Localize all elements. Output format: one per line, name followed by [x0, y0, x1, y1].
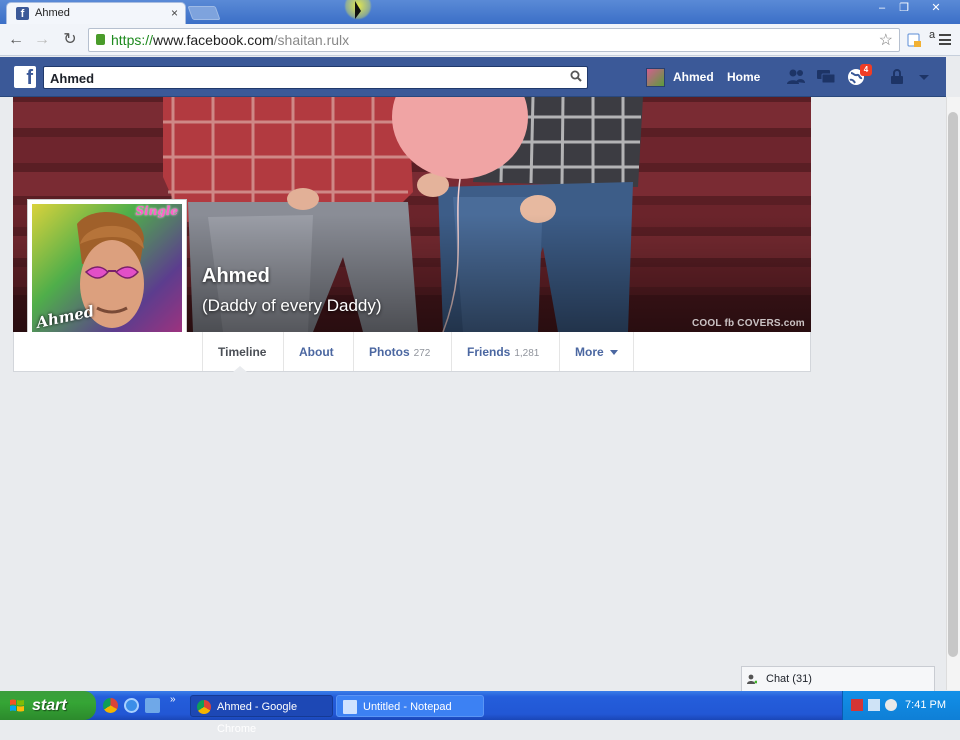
profile-link-label: Ahmed — [673, 70, 714, 84]
tab-about[interactable]: About — [283, 332, 349, 371]
search-icon[interactable] — [570, 70, 582, 82]
mouse-cursor-icon — [355, 1, 361, 19]
search-box[interactable] — [43, 66, 588, 89]
taskbar-item-notepad[interactable]: Untitled - Notepad — [336, 695, 484, 717]
chat-label: Chat (31) — [766, 673, 812, 685]
facebook-header: f Ahmed Home 4 — [0, 57, 946, 97]
address-bar[interactable]: https://www.facebook.com/shaitan.rulx ☆ — [88, 28, 900, 52]
chevron-down-icon — [609, 350, 618, 356]
back-arrow-icon[interactable]: ← — [5, 29, 27, 51]
extension-icon[interactable] — [906, 32, 922, 48]
forward-arrow-icon[interactable]: → — [31, 29, 53, 51]
taskbar-item-chrome[interactable]: Ahmed - Google Chrome — [190, 695, 333, 735]
browser-window: f Ahmed × – ❐ ✕ ← → ↻ https://www.facebo… — [0, 0, 960, 735]
account-dropdown-icon[interactable] — [914, 68, 934, 86]
photos-count: 272 — [413, 348, 431, 359]
notification-badge: 4 — [860, 64, 872, 76]
volume-icon[interactable] — [885, 699, 897, 711]
chat-person-icon — [747, 674, 757, 684]
home-link[interactable]: Home — [727, 70, 760, 84]
lock-icon — [96, 34, 105, 45]
messages-icon[interactable] — [816, 68, 836, 86]
window-close-icon[interactable]: ✕ — [926, 1, 946, 15]
start-label: start — [32, 697, 67, 714]
chrome-quicklaunch-icon[interactable] — [103, 698, 118, 713]
browser-tab[interactable]: f Ahmed × — [6, 2, 186, 24]
friends-count: 1,281 — [514, 348, 540, 359]
tab-title: Ahmed — [35, 7, 70, 19]
ie-quicklaunch-icon[interactable] — [124, 698, 139, 713]
url-text: https://www.facebook.com/shaitan.rulx — [111, 32, 350, 48]
tab-photos[interactable]: Photos 272 — [353, 332, 445, 371]
profile-alternate-name: (Daddy of every Daddy) — [202, 296, 382, 315]
network-icon[interactable] — [868, 699, 880, 711]
system-tray: 7:41 PM — [842, 691, 960, 720]
tab-close-icon[interactable]: × — [171, 6, 178, 20]
scrollbar-thumb[interactable] — [948, 112, 958, 657]
svg-text:a: a — [929, 29, 936, 41]
reload-icon[interactable]: ↻ — [59, 29, 81, 51]
bookmark-star-icon[interactable]: ☆ — [879, 30, 893, 50]
minimize-icon[interactable]: – — [872, 1, 892, 15]
windows-logo-icon — [10, 699, 24, 712]
clock: 7:41 PM — [905, 699, 946, 711]
restore-icon[interactable]: ❐ — [894, 1, 914, 15]
tab-strip: f Ahmed × – ❐ ✕ — [0, 0, 960, 24]
new-tab-button[interactable] — [187, 6, 221, 20]
facebook-favicon-icon: f — [16, 7, 29, 20]
avatar — [646, 68, 665, 87]
picture-text-single: Single — [135, 204, 178, 218]
friend-requests-icon[interactable] — [786, 68, 806, 86]
chat-sidebar-tab[interactable]: Chat (31) — [741, 666, 935, 691]
quicklaunch-chevron-icon[interactable]: » — [170, 694, 176, 705]
windows-taskbar: start » Ahmed - Google Chrome Untitled -… — [0, 691, 960, 735]
app-quicklaunch-icon[interactable] — [145, 698, 160, 713]
active-tab-indicator — [233, 366, 247, 372]
start-button[interactable]: start — [0, 691, 96, 720]
browser-toolbar: ← → ↻ https://www.facebook.com/shaitan.r… — [0, 24, 960, 56]
profile-name[interactable]: Ahmed — [202, 265, 270, 288]
tray-app-icon[interactable] — [851, 699, 863, 711]
chrome-icon — [197, 700, 211, 714]
search-input[interactable] — [50, 70, 550, 86]
chrome-menu-icon[interactable] — [939, 34, 951, 45]
tab-friends[interactable]: Friends 1,281 — [451, 332, 554, 371]
facebook-logo-icon[interactable]: f — [14, 66, 36, 89]
notepad-icon — [343, 700, 357, 714]
cover-watermark: COOL fb COVERS.com — [692, 318, 805, 329]
profile-nav: Timeline About Photos 272 Friends 1,281 Mo… — [13, 332, 811, 372]
tab-more[interactable]: More — [559, 332, 634, 371]
privacy-shortcuts-icon[interactable] — [888, 68, 908, 86]
